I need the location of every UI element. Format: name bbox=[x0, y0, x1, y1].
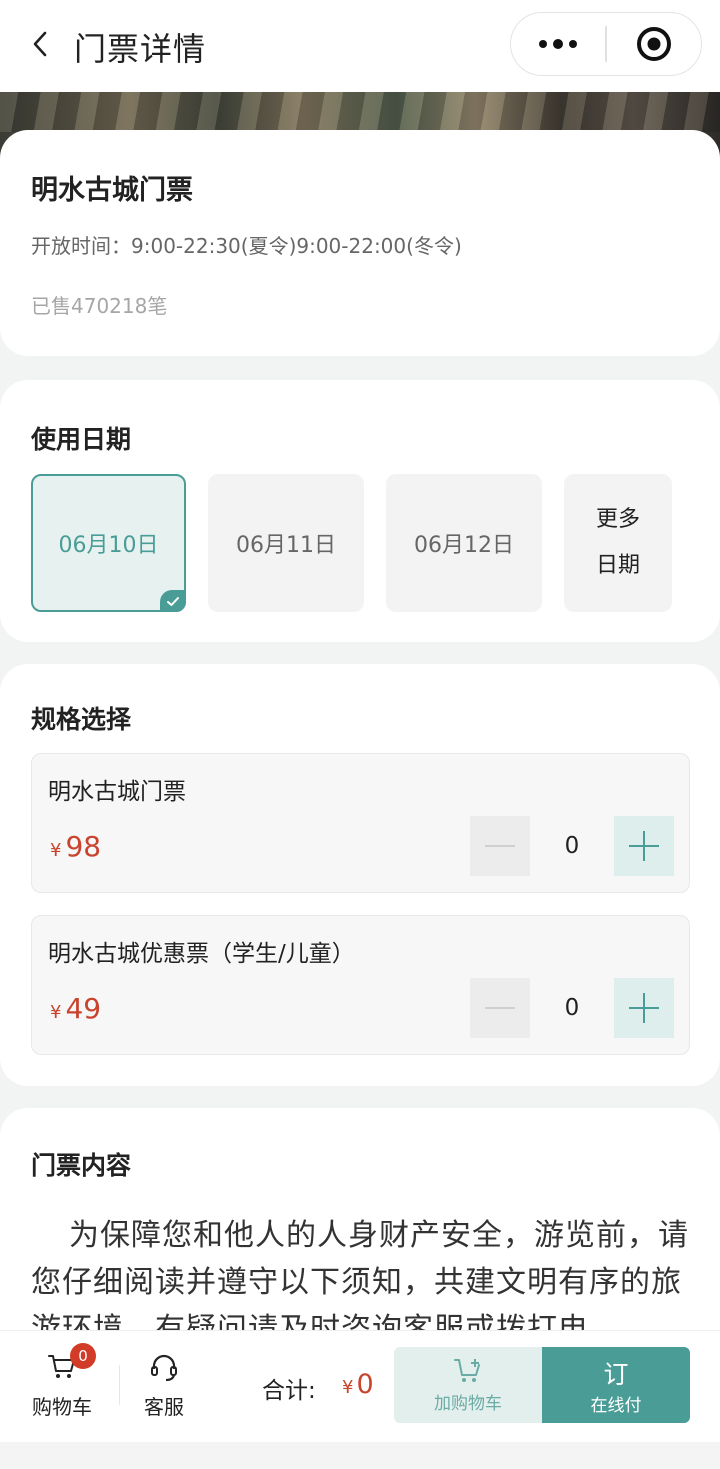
price-value: 98 bbox=[65, 830, 102, 863]
currency-symbol: ¥ bbox=[342, 1377, 354, 1398]
date-option[interactable]: 06月12日 bbox=[386, 474, 542, 612]
spec-price: ¥49 bbox=[50, 992, 101, 1025]
date-selection-card: 使用日期 06月10日 06月11日 06月12日 更多 日期 bbox=[0, 380, 720, 642]
more-button[interactable] bbox=[511, 12, 605, 76]
page-title: 门票详情 bbox=[74, 30, 207, 68]
add-cart-label: 加购物车 bbox=[434, 1394, 502, 1414]
quantity-value: 0 bbox=[564, 833, 580, 859]
cart-label: 购物车 bbox=[32, 1395, 92, 1419]
plus-icon bbox=[629, 831, 659, 861]
price-value: 49 bbox=[65, 992, 102, 1025]
service-label: 客服 bbox=[144, 1395, 184, 1419]
bottom-action-bar: 0 购物车 客服 合计: ¥0 加购物车 订 在线付 bbox=[0, 1330, 720, 1442]
back-button[interactable] bbox=[22, 26, 58, 62]
date-option-selected[interactable]: 06月10日 bbox=[31, 474, 186, 612]
total-value: 0 bbox=[356, 1369, 374, 1400]
increase-button[interactable] bbox=[614, 978, 674, 1038]
date-label: 06月12日 bbox=[414, 533, 514, 558]
plus-icon bbox=[629, 993, 659, 1023]
more-dates-button[interactable]: 更多 日期 bbox=[564, 474, 672, 612]
spec-name: 明水古城优惠票（学生/儿童） bbox=[48, 941, 355, 967]
decrease-button[interactable] bbox=[470, 978, 530, 1038]
target-circle-icon bbox=[636, 27, 671, 61]
total-label: 合计: bbox=[262, 1378, 316, 1404]
sold-count: 已售470218笔 bbox=[31, 294, 168, 318]
more-dates-line1: 更多 bbox=[595, 507, 640, 532]
currency-symbol: ¥ bbox=[50, 840, 62, 861]
nav-header: 门票详情 bbox=[0, 0, 720, 92]
date-label: 06月10日 bbox=[58, 533, 159, 558]
chevron-left-icon bbox=[33, 31, 47, 57]
service-tab[interactable]: 客服 bbox=[124, 1343, 204, 1423]
open-time: 开放时间：9:00-22:30(夏令)9:00-22:00(冬令) bbox=[31, 230, 462, 259]
content-section-title: 门票内容 bbox=[31, 1151, 132, 1180]
total-price: ¥0 bbox=[342, 1369, 374, 1400]
order-label: 订 bbox=[603, 1360, 629, 1389]
spec-item: 明水古城优惠票（学生/儿童） ¥49 0 bbox=[31, 915, 690, 1055]
cart-tab[interactable]: 0 购物车 bbox=[22, 1343, 102, 1423]
ticket-info-card: 明水古城门票 开放时间：9:00-22:30(夏令)9:00-22:00(冬令)… bbox=[0, 130, 720, 356]
minus-icon bbox=[485, 1007, 515, 1009]
minus-icon bbox=[485, 845, 515, 847]
open-time-label: 开放时间： bbox=[31, 234, 131, 258]
headset-icon bbox=[151, 1354, 177, 1381]
currency-symbol: ¥ bbox=[50, 1002, 62, 1023]
open-time-value: 9:00-22:30(夏令)9:00-22:00(冬令) bbox=[131, 234, 462, 258]
spec-section-title: 规格选择 bbox=[31, 705, 132, 734]
home-indicator-area bbox=[0, 1442, 720, 1469]
bar-divider bbox=[119, 1365, 120, 1405]
more-dates-line2: 日期 bbox=[595, 553, 640, 578]
miniprogram-capsule bbox=[510, 12, 702, 76]
pay-online-label: 在线付 bbox=[590, 1396, 642, 1416]
decrease-button[interactable] bbox=[470, 816, 530, 876]
date-label: 06月11日 bbox=[236, 533, 336, 558]
add-to-cart-button[interactable]: 加购物车 bbox=[394, 1347, 542, 1423]
more-dots-icon bbox=[539, 39, 578, 49]
increase-button[interactable] bbox=[614, 816, 674, 876]
spec-price: ¥98 bbox=[50, 830, 101, 863]
spec-selection-card: 规格选择 明水古城门票 ¥98 0 明水古城优惠票（学生/儿童） ¥49 0 bbox=[0, 664, 720, 1086]
date-section-title: 使用日期 bbox=[31, 425, 132, 454]
add-cart-icon bbox=[454, 1359, 480, 1382]
check-icon bbox=[160, 590, 186, 612]
date-option[interactable]: 06月11日 bbox=[208, 474, 364, 612]
quantity-value: 0 bbox=[564, 995, 580, 1021]
spec-name: 明水古城门票 bbox=[48, 779, 186, 805]
spec-item: 明水古城门票 ¥98 0 bbox=[31, 753, 690, 893]
cart-badge: 0 bbox=[70, 1343, 96, 1369]
order-pay-button[interactable]: 订 在线付 bbox=[542, 1347, 690, 1423]
close-miniprogram-button[interactable] bbox=[607, 12, 701, 76]
ticket-name: 明水古城门票 bbox=[31, 175, 193, 206]
